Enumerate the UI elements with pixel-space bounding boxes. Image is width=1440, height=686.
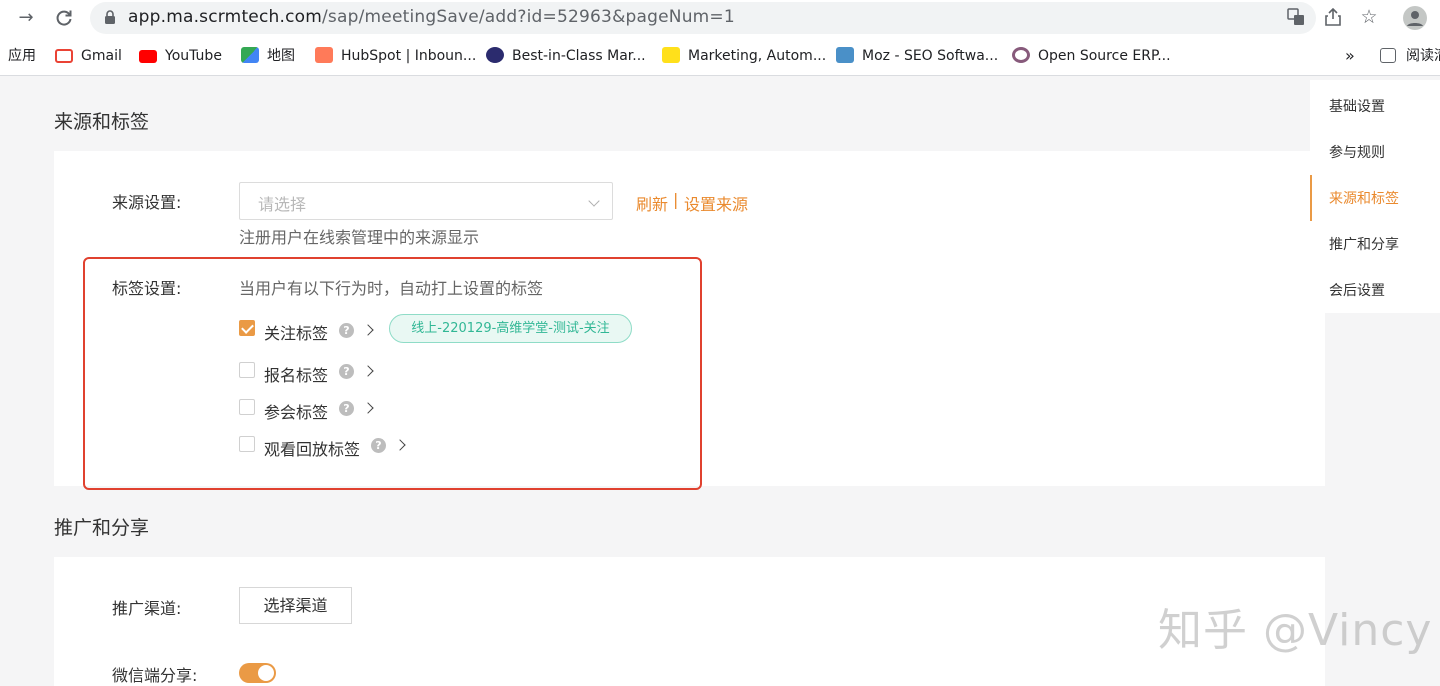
toggle-knob — [258, 665, 274, 681]
url-text: app.ma.scrmtech.com/sap/meetingSave/add?… — [128, 7, 735, 27]
source-select[interactable]: 请选择 — [239, 182, 613, 220]
anchor-source-tags[interactable]: 来源和标签 — [1329, 188, 1399, 208]
bookmark-marketo[interactable]: Best-in-Class Mar... — [486, 45, 646, 67]
bookmark-moz[interactable]: Moz - SEO Softwa... — [836, 45, 998, 67]
link-separator: | — [673, 190, 679, 209]
bookmarks-bar: 应用 Gmail YouTube 地图 HubSpot | Inboun... … — [0, 36, 1440, 76]
mailchimp-icon — [662, 47, 680, 63]
share-icon[interactable] — [1322, 6, 1344, 28]
wechat-share-toggle[interactable] — [239, 663, 276, 683]
star-icon[interactable]: ☆ — [1358, 6, 1380, 28]
marketo-icon — [486, 47, 504, 63]
moz-icon — [836, 47, 854, 63]
select-channel-button[interactable]: 选择渠道 — [239, 587, 352, 624]
source-select-placeholder: 请选择 — [258, 195, 307, 214]
anchor-nav: 基础设置 参与规则 来源和标签 推广和分享 会后设置 — [1310, 80, 1440, 313]
wechat-share-label: 微信端分享: — [112, 666, 198, 685]
set-source-link[interactable]: 设置来源 — [684, 191, 748, 215]
watermark: 知乎 @Vincy — [1158, 605, 1433, 656]
bookmark-mailchimp[interactable]: Marketing, Autom... — [662, 45, 826, 67]
bookmark-hubspot[interactable]: HubSpot | Inboun... — [315, 45, 476, 67]
source-label: 来源设置: — [112, 193, 182, 212]
anchor-participation-rules[interactable]: 参与规则 — [1329, 142, 1385, 162]
source-hint: 注册用户在线索管理中的来源显示 — [239, 228, 480, 247]
youtube-icon — [139, 50, 157, 63]
apps-bookmark[interactable]: 应用 — [8, 45, 36, 67]
bookmark-odoo[interactable]: Open Source ERP... — [1012, 45, 1171, 67]
anchor-basic-settings[interactable]: 基础设置 — [1329, 96, 1385, 116]
bookmark-maps[interactable]: 地图 — [241, 45, 295, 67]
section-title-source-tags: 来源和标签 — [54, 111, 150, 133]
hubspot-icon — [315, 47, 333, 63]
section-title-promo-share: 推广和分享 — [54, 517, 150, 539]
reload-icon[interactable] — [52, 6, 76, 30]
anchor-post-meeting[interactable]: 会后设置 — [1329, 280, 1385, 300]
highlight-box — [83, 257, 702, 490]
bookmarks-overflow[interactable]: » — [1345, 45, 1355, 67]
anchor-promo-share[interactable]: 推广和分享 — [1329, 234, 1399, 254]
bookmark-gmail[interactable]: Gmail — [55, 45, 122, 67]
bookmark-youtube[interactable]: YouTube — [139, 45, 222, 67]
lock-icon — [105, 10, 115, 24]
forward-arrow-icon[interactable]: → — [14, 6, 38, 30]
translate-icon[interactable] — [1285, 6, 1307, 28]
gmail-icon — [55, 49, 73, 63]
profile-avatar-icon[interactable] — [1403, 6, 1427, 30]
browser-toolbar: → app.ma.scrmtech.com/sap/meetingSave/ad… — [0, 0, 1440, 36]
refresh-link[interactable]: 刷新 — [636, 191, 668, 215]
anchor-active-indicator — [1310, 175, 1312, 221]
reading-list[interactable]: 阅读清 — [1380, 45, 1440, 67]
maps-icon — [241, 47, 259, 63]
chevron-down-icon — [588, 195, 600, 207]
reading-list-icon — [1380, 48, 1396, 63]
odoo-icon — [1012, 47, 1030, 63]
channel-label: 推广渠道: — [112, 599, 182, 618]
